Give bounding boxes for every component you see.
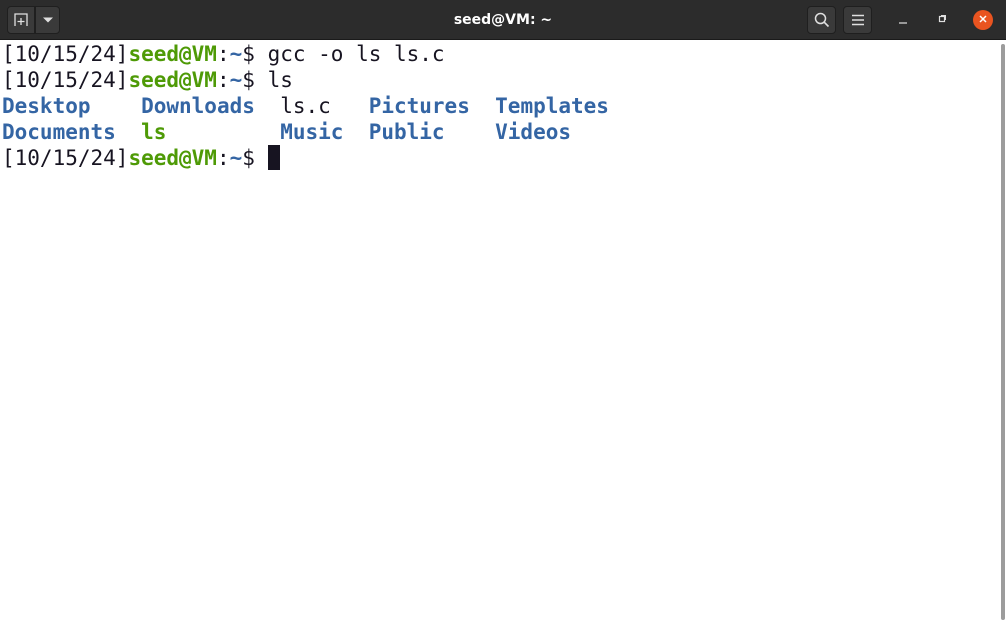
scrollbar[interactable]	[1000, 41, 1006, 621]
prompt-path: ~	[229, 146, 243, 170]
ls-entry-dir: Templates	[495, 94, 609, 118]
terminal-line: [10/15/24]seed@VM:~$	[2, 145, 280, 171]
ls-entry-executable: ls	[141, 120, 167, 144]
ls-entry-dir: Music	[280, 120, 344, 144]
prompt-colon: :	[216, 42, 230, 66]
command-text: ls	[254, 68, 293, 92]
terminal-window: seed@VM: ~ [10/15/24]seed@VM:~$ gcc -o l…	[0, 0, 1006, 625]
ls-output-row: Documents ls Music Public Videos	[2, 119, 571, 145]
prompt-path: ~	[229, 68, 243, 92]
close-button[interactable]	[973, 10, 993, 30]
search-icon	[814, 12, 830, 28]
tab-options-button[interactable]	[35, 6, 60, 34]
prompt-path: ~	[229, 42, 243, 66]
maximize-button[interactable]	[932, 10, 952, 30]
ls-spacing	[470, 94, 495, 118]
prompt-date: [10/15/24]	[2, 42, 129, 66]
terminal-line: [10/15/24]seed@VM:~$ gcc -o ls ls.c	[2, 41, 445, 67]
ls-entry-file: ls.c	[280, 94, 331, 118]
ls-output-row: Desktop Downloads ls.c Pictures Template…	[2, 93, 609, 119]
minimize-button[interactable]	[893, 10, 913, 30]
prompt-user-host: seed@VM	[128, 146, 217, 170]
minimize-icon	[898, 11, 908, 29]
window-title: seed@VM: ~	[453, 12, 553, 28]
prompt-date: [10/15/24]	[2, 68, 129, 92]
hamburger-menu-icon	[851, 14, 865, 26]
ls-entry-dir: Desktop	[2, 94, 91, 118]
scrollbar-thumb[interactable]	[1001, 44, 1005, 620]
text-cursor	[267, 145, 280, 170]
ls-spacing	[255, 94, 280, 118]
ls-spacing	[331, 94, 369, 118]
search-button[interactable]	[807, 6, 836, 34]
ls-spacing	[445, 120, 496, 144]
command-text	[255, 146, 268, 170]
prompt-user-host: seed@VM	[128, 42, 217, 66]
ls-spacing	[166, 120, 280, 144]
ls-spacing	[343, 120, 368, 144]
close-icon	[978, 11, 988, 29]
terminal-output[interactable]: [10/15/24]seed@VM:~$ gcc -o ls ls.c [10/…	[0, 41, 1006, 625]
terminal-line: [10/15/24]seed@VM:~$ ls	[2, 67, 293, 93]
ls-entry-dir: Pictures	[368, 94, 470, 118]
maximize-icon	[937, 11, 947, 29]
prompt-colon: :	[216, 68, 230, 92]
ls-entry-dir: Videos	[495, 120, 571, 144]
headerbar: seed@VM: ~	[0, 0, 1006, 40]
prompt-user-host: seed@VM	[128, 68, 217, 92]
prompt-symbol: $	[242, 146, 255, 170]
menu-button[interactable]	[843, 6, 872, 34]
ls-entry-dir: Public	[368, 120, 445, 144]
new-tab-icon	[13, 12, 29, 28]
ls-entry-dir: Documents	[2, 120, 116, 144]
prompt-date: [10/15/24]	[2, 146, 129, 170]
ls-spacing	[91, 94, 142, 118]
prompt-symbol: $	[242, 68, 255, 92]
command-text: gcc -o ls ls.c	[254, 42, 445, 66]
prompt-symbol: $	[242, 42, 255, 66]
chevron-down-icon	[42, 16, 54, 24]
ls-entry-dir: Downloads	[141, 94, 255, 118]
new-tab-button[interactable]	[7, 6, 35, 34]
prompt-colon: :	[216, 146, 230, 170]
ls-spacing	[116, 120, 141, 144]
